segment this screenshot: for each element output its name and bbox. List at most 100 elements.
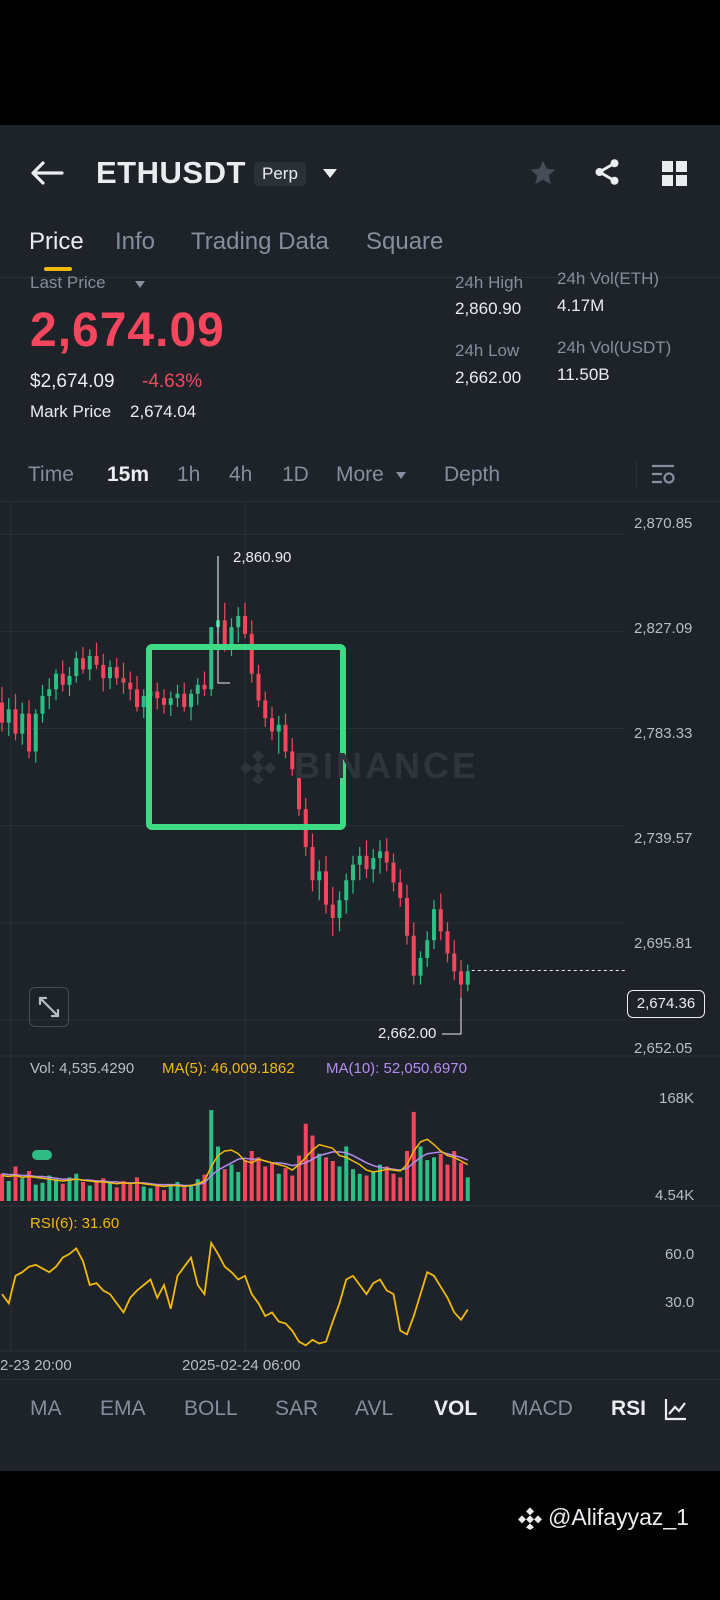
volume-bar [148,1188,153,1201]
candle-body [452,953,457,972]
chevron-down-icon[interactable] [134,280,146,289]
candle-body [135,689,139,708]
volume-bar [290,1175,295,1201]
timeframe-4h[interactable]: 4h [229,463,252,487]
high-24h-value: 2,860.90 [455,299,522,318]
indicator-tab-boll[interactable]: BOLL [184,1397,238,1421]
tab-square[interactable]: Square [366,228,443,256]
ma10-label: MA(10): 52,050.6970 [326,1060,467,1077]
candle-body [384,851,389,863]
volume-bar [135,1177,139,1201]
indicator-tab-ema[interactable]: EMA [100,1397,146,1421]
volume-bar [337,1166,342,1201]
volume-bar [364,1175,369,1201]
candle-body [175,693,180,699]
indicator-tab-macd[interactable]: MACD [511,1397,573,1421]
indicator-tab-rsi[interactable]: RSI [611,1397,651,1421]
vol-usdt-value: 11.50B [557,365,610,384]
rsi-axis-label: 30.0 [665,1294,695,1311]
depth-tab[interactable]: Depth [444,463,500,487]
candle-body [114,667,119,679]
expand-chart-button[interactable] [29,987,69,1027]
tab-info[interactable]: Info [115,228,155,256]
indicator-tab-ma[interactable]: MA [30,1397,62,1421]
binance-watermark: BINANCE [294,745,480,786]
ma5-line [1,1138,469,1188]
candle-body [162,698,166,705]
volume-bar [114,1187,119,1201]
volume-bar [141,1186,146,1201]
indicator-tab-sar[interactable]: SAR [275,1397,318,1421]
candle-body [405,898,409,936]
indicator-tab-avl[interactable]: AVL [355,1397,393,1421]
volume-bar [324,1157,328,1201]
usd-price: $2,674.09 [30,371,115,392]
high-marker-label: 2,860.90 [233,549,292,566]
mark-price-value: 2,674.04 [130,402,197,421]
candle-body [128,682,133,690]
candle-body [87,655,92,670]
symbol-title[interactable]: ETHUSDT [96,155,246,191]
tab-trading-data[interactable]: Trading Data [191,228,329,256]
low-marker-line [442,997,462,1035]
volume-bar [263,1166,268,1201]
share-icon[interactable] [592,157,622,187]
candle-body [222,620,227,645]
price-axis-label: 2,695.81 [634,935,693,952]
candle-body [263,700,268,719]
price-axis-label: 2,870.85 [634,515,693,532]
chevron-down-icon[interactable] [322,168,338,180]
timeframe-1d[interactable]: 1D [282,463,309,487]
candle-body [324,871,328,905]
timeframe-more[interactable]: More [336,463,384,487]
volume-bar [81,1181,85,1201]
volume-bar [108,1182,112,1201]
candle-body [357,855,362,865]
timeframe-15m[interactable]: 15m [107,463,149,487]
timeframe-time[interactable]: Time [28,463,74,487]
candle-body [54,673,58,690]
volume-bar [310,1135,315,1201]
binance-logo-icon [518,1507,542,1530]
chevron-down-icon[interactable] [395,471,407,480]
volume-bar [229,1164,234,1201]
grid-menu-icon[interactable] [662,161,688,187]
candle-body [465,971,470,985]
vol-usdt-label: 24h Vol(USDT) [557,338,672,357]
tab-price[interactable]: Price [29,228,84,256]
footer-handle: @Alifayyaz_1 [548,1504,689,1530]
candle-body [337,900,342,918]
candle-body [121,678,126,683]
rsi-line [1,1240,469,1347]
candle-body [141,695,146,708]
candle-body [47,689,52,696]
low-24h-label: 24h Low [455,341,520,360]
volume-bar [128,1184,133,1201]
highlight-box [146,644,346,830]
indicator-settings-icon[interactable] [664,1397,688,1421]
volume-bar [13,1166,18,1201]
volume-bar [189,1184,193,1201]
candle-body [189,693,193,708]
candle-body [398,882,403,899]
candle-body [94,655,99,665]
volume-bar [33,1184,38,1201]
volume-bar [425,1160,430,1201]
chart-settings-icon[interactable] [650,462,676,486]
indicator-tab-vol[interactable]: VOL [434,1397,477,1421]
vol-eth-label: 24h Vol(ETH) [557,269,660,288]
candle-body [418,957,423,976]
candlestick-chart[interactable] [0,501,720,1379]
app-screen: ETHUSDT Perp Price Info Trading Data Squ… [0,125,720,1471]
candle-body [249,633,254,674]
candle-body [459,971,463,985]
candle-body [108,667,112,679]
time-axis-label: 2025-02-24 06:00 [182,1357,301,1374]
volume-bar [398,1177,403,1201]
back-arrow-icon[interactable] [30,161,64,185]
timeframe-1h[interactable]: 1h [177,463,200,487]
active-tab-indicator [44,267,72,271]
binance-logo-icon [240,750,276,784]
price-axis-label: 2,652.05 [634,1040,693,1057]
star-icon[interactable] [528,158,558,188]
